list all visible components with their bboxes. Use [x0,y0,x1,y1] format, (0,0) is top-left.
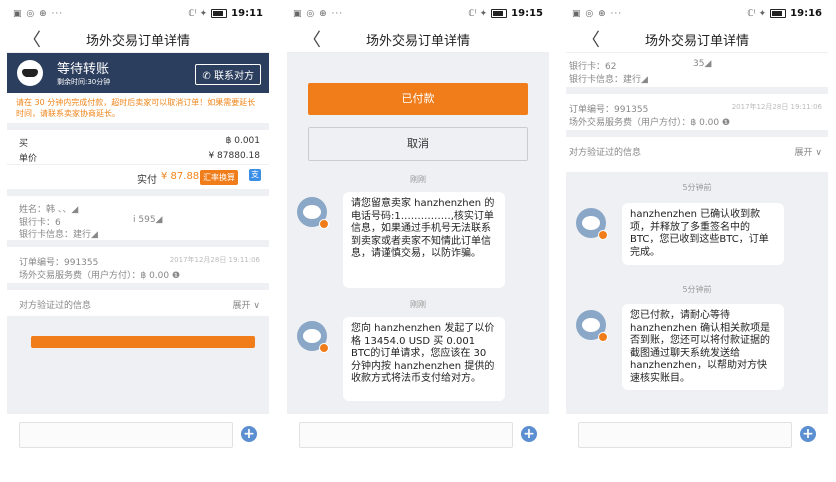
battery-icon [211,9,228,18]
paid-button[interactable]: 已付款 [308,83,528,115]
chat-bubble: hanzhenzhen 已确认收到款项，并释放了多重签名中的BTC，您已收到这些… [622,203,784,265]
phone-screen-3: ▣ ◎ ⊕ ··· ℂ⁽ ✦ 19:16 〈 场外交易订单详情 银行卡：62 3… [566,6,828,454]
seller-name: 姓名：韩 、、◢ [19,205,79,215]
order-number: 订单编号：991355 [569,105,649,115]
contact-seller-button[interactable]: ✆ 联系对方 [195,64,261,85]
status-title: 等待转账 [57,62,110,77]
status-icons: ▣ ◎ ⊕ ··· [293,9,344,19]
system-avatar [297,197,329,229]
phone-icon: ✆ [202,71,211,82]
clock: 19:16 [790,8,822,19]
nav-bar: 〈 场外交易订单详情 [287,22,549,53]
status-icons: ▣ ◎ ⊕ ··· [13,9,64,19]
message-time: 5分钟前 [682,285,712,294]
bank-info: 银行卡信息：建行◢ [569,75,648,85]
bank-card-tail: 35◢ [693,59,712,69]
paid-amount: ¥ 87.88 [161,171,200,182]
service-fee: 场外交易服务费（用户方付）：฿ 0.00 ❶ [19,271,181,281]
chat-input[interactable] [578,422,792,448]
phone-screen-1: ▣ ◎ ⊕ ··· ℂ⁽ ✦ 19:11 〈 场外交易订单详情 等待转账 剩余时… [7,6,269,454]
chat-area: 已付款 取消 刚刚 请您留意卖家 hanzhenzhen 的电话号码:1…………… [287,53,549,454]
chat-input[interactable] [299,422,513,448]
payment-warning: 请在 30 分钟内完成付款，超时后卖家可以取消订单！如果需要延长时间，请联系卖家… [16,98,256,118]
bank-card: 银行卡：62 [569,62,617,72]
system-avatar [576,208,608,240]
avatar [17,60,43,86]
system-avatar [576,310,608,342]
order-number: 订单编号：991355 [19,258,99,268]
service-fee: 场外交易服务费（用户方付）：฿ 0.00 ❶ [569,118,731,128]
chat-input[interactable] [19,422,233,448]
signal-icon: ℂ⁽ ✦ [468,8,488,19]
clock: 19:11 [231,8,263,19]
signal-icon: ℂ⁽ ✦ [188,8,208,19]
system-avatar [297,321,329,353]
chat-bar: + [287,413,549,454]
buy-amount: ฿ 0.001 [225,136,260,146]
page-title: 场外交易订单详情 [365,34,470,49]
status-banner: 等待转账 剩余时间:30分钟 ✆ 联系对方 [7,53,269,93]
message-time: 5分钟前 [682,183,712,192]
signal-icon: ℂ⁽ ✦ [747,8,767,19]
verified-info-label: 对方验证过的信息 [19,301,92,311]
primary-button-peek[interactable] [31,336,255,348]
message-time: 刚刚 [410,175,426,184]
order-detail-scrolled: 银行卡：62 35◢ 银行卡信息：建行◢ 订单编号：991355 2017年12… [566,53,828,454]
status-bar: ▣ ◎ ⊕ ··· ℂ⁽ ✦ 19:16 [566,6,828,22]
price-label: 单价 [19,154,38,164]
status-bar: ▣ ◎ ⊕ ··· ℂ⁽ ✦ 19:11 [7,6,269,22]
page-title: 场外交易订单详情 [85,34,190,49]
chat-bar: + [566,413,828,454]
chevron-down-icon: ∨ [815,148,822,158]
info-icon: ❶ [172,271,181,281]
paid-label: 实付 [137,175,157,186]
order-detail: 等待转账 剩余时间:30分钟 ✆ 联系对方 请在 30 分钟内完成付款，超时后卖… [7,53,269,454]
bank-card-tail: i 595◢ [133,215,163,225]
status-bar: ▣ ◎ ⊕ ··· ℂ⁽ ✦ 19:15 [287,6,549,22]
plus-circle-icon[interactable]: + [241,426,257,442]
battery-icon [491,9,508,18]
chat-bubble: 您向 hanzhenzhen 发起了以价格 13454.0 USD 买 0.00… [343,317,505,401]
status-icons: ▣ ◎ ⊕ ··· [572,9,623,19]
nav-bar: 〈 场外交易订单详情 [7,22,269,53]
order-time: 2017年12月28日 19:11:06 [731,103,822,111]
verified-info-row[interactable]: 对方验证过的信息 展开 ∨ [7,290,269,316]
verified-info-label: 对方验证过的信息 [569,148,642,158]
time-left: 剩余时间:30分钟 [57,78,111,86]
bank-info: 银行卡信息：建行◢ [19,230,98,240]
battery-icon [770,9,787,18]
chevron-down-icon: ∨ [253,301,260,311]
phone-screen-2: ▣ ◎ ⊕ ··· ℂ⁽ ✦ 19:15 〈 场外交易订单详情 已付款 取消 刚… [287,6,549,454]
order-time: 2017年12月28日 19:11:06 [169,256,260,264]
verified-info-row[interactable]: 对方验证过的信息 展开 ∨ [566,137,828,163]
chat-bar: + [7,413,269,454]
info-icon: ❶ [722,118,731,128]
plus-circle-icon[interactable]: + [521,426,537,442]
buy-label: 买 [19,139,29,149]
clock: 19:15 [511,8,543,19]
expand-toggle[interactable]: 展开 ∨ [233,298,260,311]
nav-bar: 〈 场外交易订单详情 [566,22,828,53]
plus-circle-icon[interactable]: + [800,426,816,442]
chat-bubble: 您已付款，请耐心等待 hanzhenzhen 确认相关款项是否到账，您还可以将付… [622,304,784,390]
expand-toggle[interactable]: 展开 ∨ [795,145,822,158]
rate-convert-button[interactable]: 汇率换算 [200,170,238,185]
alipay-icon: 支 [249,169,261,181]
page-title: 场外交易订单详情 [644,34,749,49]
message-time: 刚刚 [410,300,426,309]
cancel-button[interactable]: 取消 [308,127,528,161]
chat-bubble: 请您留意卖家 hanzhenzhen 的电话号码:1……………,核实订单信息，如… [343,192,505,288]
price-value: ¥ 87880.18 [208,151,260,161]
